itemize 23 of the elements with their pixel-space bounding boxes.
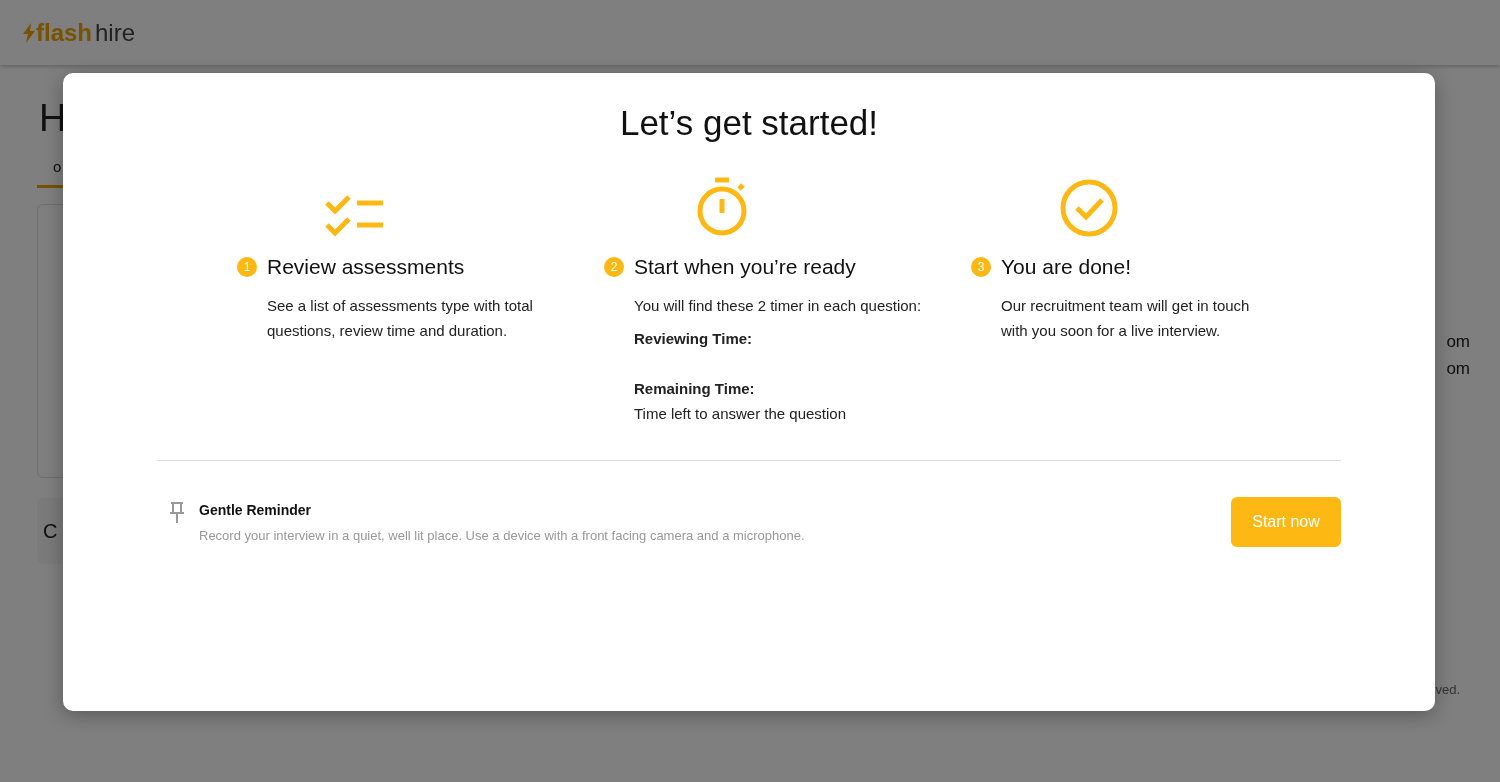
footer-text: ved. bbox=[1435, 682, 1460, 697]
step-text: Time left to answer the question bbox=[634, 404, 848, 424]
step-text: See a list of assessments type with total questions, review time and duration. bbox=[267, 296, 534, 341]
logo-text: flash bbox=[36, 18, 92, 47]
step-title: Start when you’re ready bbox=[634, 255, 856, 279]
step-number-badge: 3 bbox=[971, 257, 991, 277]
step-number-badge: 2 bbox=[604, 257, 624, 277]
check-circle-icon bbox=[1060, 179, 1118, 237]
step-text: You will find these 2 timer in each question: bbox=[634, 296, 923, 316]
timer-label: Reviewing Time: bbox=[634, 329, 754, 349]
modal-title: Let’s get started! bbox=[619, 103, 879, 143]
stopwatch-icon bbox=[695, 177, 749, 237]
step-title: Review assessments bbox=[267, 255, 465, 279]
timer-label: Remaining Time: bbox=[634, 379, 756, 399]
pin-icon bbox=[169, 501, 185, 524]
card-text: om bbox=[1446, 331, 1470, 353]
step-text: Our recruitment team will get in touch with you soon for a live interview. bbox=[1001, 296, 1251, 341]
lightning-icon bbox=[22, 22, 36, 43]
step-number-badge: 1 bbox=[237, 257, 257, 277]
step-title: You are done! bbox=[1001, 255, 1131, 279]
card-text: om bbox=[1446, 358, 1470, 380]
page-title: H bbox=[39, 97, 68, 140]
logo-text: hire bbox=[95, 18, 136, 47]
